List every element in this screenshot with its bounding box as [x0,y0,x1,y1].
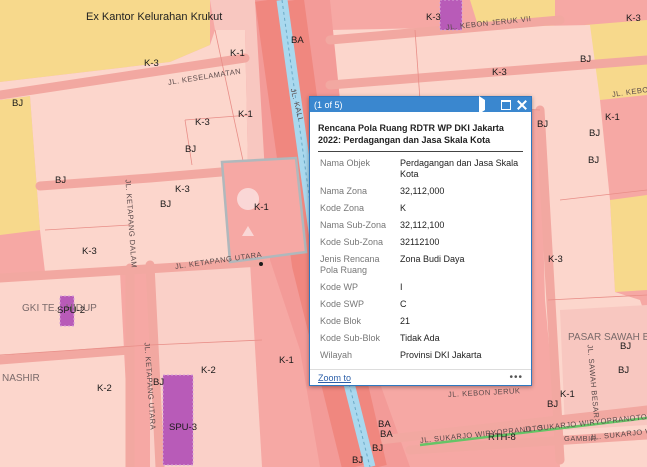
attribute-value: I [400,282,403,292]
zone-label: BJ [589,128,601,139]
attribute-value: Provinsi DKI Jakarta [400,350,482,360]
zone-label: K-1 [605,112,620,123]
more-options-icon[interactable]: ••• [509,372,523,383]
attribute-value: 21 [400,316,411,326]
attribute-key: Nama Objek [320,158,371,168]
attribute-key: Kode Sub-Zona [320,237,384,247]
feature-popup[interactable]: (1 of 5) Rencana Pola Ruang RDTR WP DKI … [309,96,532,386]
zone-label: SPU-3 [169,422,197,433]
zone-label: BJ [185,144,197,155]
attribute-value: K [400,203,407,213]
attribute-value: Perdagangan dan Jasa Skala Kota [400,158,519,179]
zone-label: K-1 [560,389,575,400]
attribute-row: Kode Zona K [318,201,523,218]
zone-label: K-2 [97,383,112,394]
zone-label: BJ [12,98,24,109]
attribute-value: Zona Budi Daya [400,254,465,264]
attribute-key: Wilayah Administrasi [320,350,353,360]
close-icon[interactable] [517,100,527,110]
zone-label: BJ [537,119,549,130]
zone-label: K-1 [279,355,294,366]
maximize-icon[interactable] [501,99,511,110]
attribute-value: 32112100 [400,237,440,247]
attribute-key: Nama Sub-Zona [320,220,387,230]
zone-label: K-3 [626,13,641,24]
zone-label: BJ [588,155,600,166]
place-label-pasar: PASAR SAWAH B [568,332,647,343]
attribute-value: Tidak Ada [400,333,440,343]
road-label-gambir: GAMBIR [564,434,597,443]
popup-counter: (1 of 5) [314,99,343,110]
zone-label: K-3 [492,67,507,78]
attribute-row: Kode SWP C [318,297,523,314]
place-label-ex-kantor: Ex Kantor Kelurahan Krukut [86,11,223,23]
zone-label: BJ [352,455,364,466]
zone-label: SPU-2 [57,305,85,316]
attribute-row: Nama Zona 32,112,000 [318,184,523,201]
next-feature-icon[interactable] [479,96,495,114]
zone-yellow-e[interactable] [610,195,647,292]
zone-label: K-3 [548,254,563,265]
zone-label: K-3 [82,246,97,257]
attribute-key: Kode WP [320,282,359,292]
place-label-nashir: NASHIR [2,373,40,384]
attribute-row: Kode Blok 21 [318,314,523,331]
selection-marker [259,262,263,266]
attribute-key: Kode Zona [320,203,365,213]
zone-label: BA [291,35,304,46]
attribute-row: Jenis Rencana Pola Ruang Zona Budi Daya [318,252,523,280]
popup-footer: Zoom to ••• [310,369,531,385]
attribute-row: Nama Objek Perdagangan dan Jasa Skala Kot… [318,156,523,184]
zone-label: K-1 [254,202,269,213]
attribute-value: 32,112,100 [400,220,445,230]
zone-label: BJ [580,54,592,65]
zone-label: K-1 [238,109,253,120]
zone-label: BJ [372,443,384,454]
attribute-value: C [400,299,407,309]
zone-label: K-3 [195,117,210,128]
attribute-row: Nama Sub-Zona 32,112,100 [318,218,523,235]
attribute-row: Wilayah Administrasi Provinsi DKI Jakarta [318,348,523,360]
attribute-row: Kode Sub-Blok Tidak Ada [318,331,523,348]
popup-body[interactable]: Rencana Pola Ruang RDTR WP DKI Jakarta 2… [310,112,531,360]
zone-label: BJ [55,175,67,186]
spu-3-block[interactable] [162,374,194,466]
popup-attribute-table: Nama Objek Perdagangan dan Jasa Skala Kot… [318,156,523,360]
attribute-row: Kode Sub-Zona 32112100 [318,235,523,252]
zone-label: BJ [620,341,632,352]
popup-titlebar: (1 of 5) [310,96,531,114]
zoom-to-link[interactable]: Zoom to [318,373,351,383]
zone-label: BA [380,429,393,440]
zone-label: BJ [547,399,559,410]
attribute-key: Nama Zona [320,186,368,196]
zone-label: K-3 [175,184,190,195]
attribute-key: Kode Sub-Blok [320,333,381,343]
zone-label: K-2 [201,365,216,376]
zone-label: BJ [160,199,172,210]
attribute-key: Kode SWP [320,299,365,309]
attribute-key: Jenis Rencana Pola Ruang [320,254,380,275]
zone-label: K-1 [230,48,245,59]
zone-label: K-3 [144,58,159,69]
zone-label: K-3 [426,12,441,23]
attribute-row: Kode WP I [318,280,523,297]
attribute-value: 32,112,000 [400,186,445,196]
attribute-key: Kode Blok [320,316,362,326]
zone-label: BJ [618,365,630,376]
popup-title: Rencana Pola Ruang RDTR WP DKI Jakarta 2… [318,122,523,152]
